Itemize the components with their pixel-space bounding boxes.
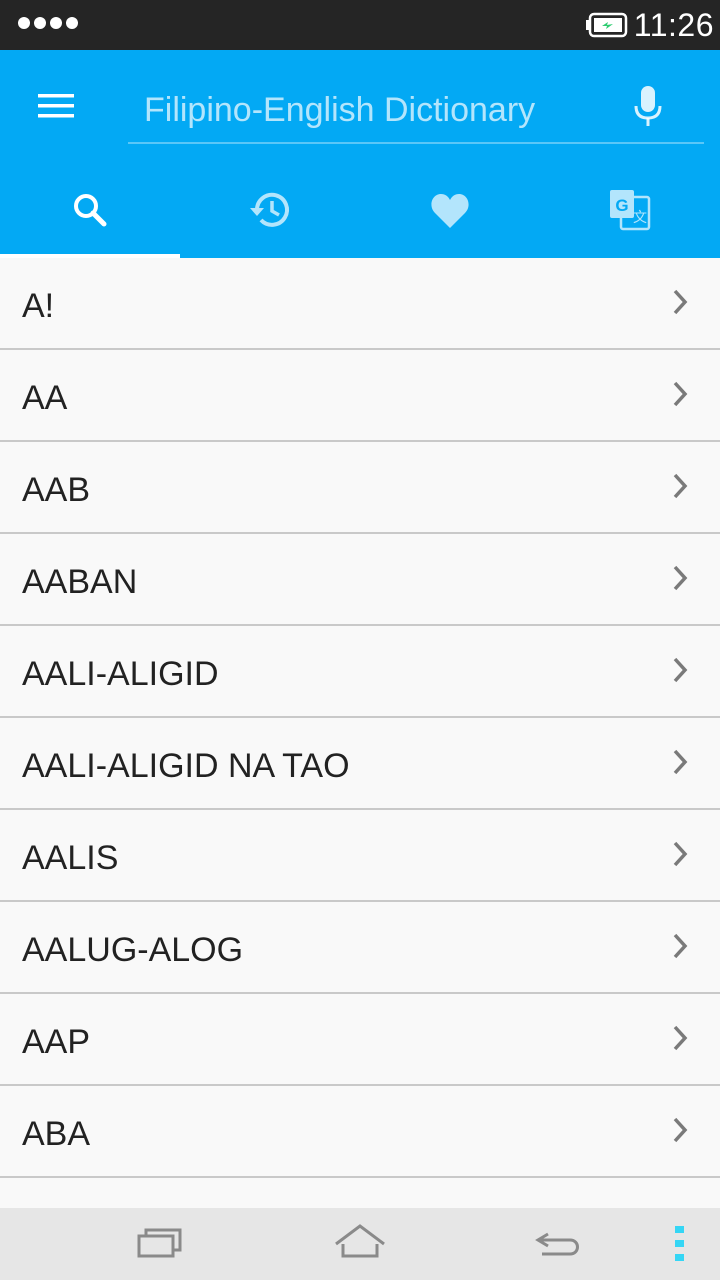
chevron-right-icon xyxy=(673,565,688,591)
tab-favorites[interactable] xyxy=(360,174,540,258)
chevron-right-icon xyxy=(673,473,688,499)
history-icon xyxy=(250,192,289,227)
chevron-right-icon xyxy=(673,1117,688,1143)
search-input[interactable] xyxy=(144,86,604,134)
chevron-right-icon xyxy=(673,657,688,683)
tab-translate[interactable]: G 文 xyxy=(540,174,720,258)
tab-search[interactable] xyxy=(0,174,180,258)
word-label: AALI-ALIGID xyxy=(22,655,219,693)
svg-text:G: G xyxy=(615,196,628,215)
search-icon xyxy=(74,194,107,227)
list-item[interactable]: A! xyxy=(0,258,720,350)
home-icon[interactable] xyxy=(332,1222,388,1262)
list-item[interactable]: ABA xyxy=(0,1086,720,1178)
word-label: AAP xyxy=(22,1023,91,1061)
word-label: AAB xyxy=(22,471,91,509)
hamburger-menu-icon[interactable] xyxy=(30,86,82,126)
list-item[interactable]: AAB xyxy=(0,442,720,534)
chevron-right-icon xyxy=(673,381,688,407)
tab-history[interactable] xyxy=(180,174,360,258)
list-item[interactable]: AALI-ALIGID NA TAO xyxy=(0,718,720,810)
list-item[interactable]: ABAL xyxy=(0,1178,720,1208)
list-item[interactable]: AALI-ALIGID xyxy=(0,626,720,718)
chevron-right-icon xyxy=(673,749,688,775)
status-bar: 11:26 xyxy=(0,0,720,50)
word-label: AA xyxy=(22,379,68,417)
list-item[interactable]: AABAN xyxy=(0,534,720,626)
back-icon[interactable] xyxy=(534,1222,586,1262)
word-label: AALUG-ALOG xyxy=(22,931,244,969)
list-item[interactable]: AALIS xyxy=(0,810,720,902)
word-list: A! AA AAB AABAN AALI-ALIGID AALI-ALIGID NA TA… xyxy=(0,258,720,1208)
microphone-icon[interactable] xyxy=(628,84,668,134)
recent-apps-icon[interactable] xyxy=(136,1222,184,1262)
search-field xyxy=(128,84,704,144)
svg-text:文: 文 xyxy=(633,210,647,226)
translate-icon: G 文 xyxy=(610,190,651,231)
app-bar: G 文 xyxy=(0,50,720,258)
heart-icon xyxy=(431,194,469,228)
navigation-bar xyxy=(0,1208,720,1280)
list-item[interactable]: AA xyxy=(0,350,720,442)
tab-bar: G 文 xyxy=(0,174,720,258)
battery-charging-icon xyxy=(586,12,628,38)
word-label: A! xyxy=(22,287,55,325)
clock: 11:26 xyxy=(633,7,714,43)
chevron-right-icon xyxy=(673,289,688,315)
chevron-right-icon xyxy=(673,933,688,959)
word-label: ABA xyxy=(22,1115,91,1153)
word-label: AALI-ALIGID NA TAO xyxy=(22,747,350,785)
chevron-right-icon xyxy=(673,1025,688,1051)
word-label: AALIS xyxy=(22,839,119,877)
list-item[interactable]: AALUG-ALOG xyxy=(0,902,720,994)
more-vert-icon[interactable] xyxy=(672,1224,688,1264)
signal-dots-icon xyxy=(18,17,78,29)
list-item[interactable]: AAP xyxy=(0,994,720,1086)
word-label: AABAN xyxy=(22,563,138,601)
chevron-right-icon xyxy=(673,841,688,867)
